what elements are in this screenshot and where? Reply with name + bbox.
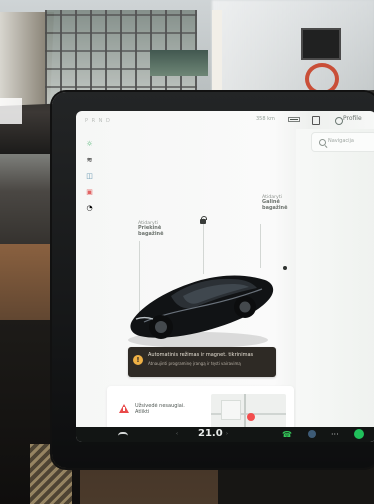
car-illustration — [128, 275, 274, 348]
warning-icon: ! — [133, 355, 143, 365]
rear-trunk-line3: bagažinė — [262, 204, 288, 211]
alert-title: Automatinis režimas ir magnet. tikrinima… — [148, 352, 254, 358]
map-thumbnail[interactable] — [211, 394, 286, 428]
more-icon[interactable]: ··· — [331, 430, 339, 439]
frame-post — [212, 10, 222, 90]
lock-icon — [312, 116, 320, 125]
range-text: 358 km — [256, 116, 275, 122]
alert-icon[interactable]: ▣ — [83, 189, 96, 196]
front-trunk-line3: bagažinė — [138, 230, 164, 237]
notification-text: Užsivedė nesaugiai. Atlikti — [135, 403, 185, 415]
green-panel — [150, 50, 208, 76]
charge-port-dot[interactable] — [283, 266, 287, 270]
phone-icon[interactable]: ☎ — [282, 430, 292, 439]
rear-rim — [239, 301, 251, 313]
media-icon[interactable] — [308, 430, 316, 438]
profile-label[interactable]: Profile — [343, 115, 362, 122]
front-trunk-label[interactable]: Atidaryti Priekinė bagažinė — [138, 221, 163, 237]
front-rim — [155, 321, 167, 333]
fog-icon[interactable]: ≋ — [83, 157, 96, 164]
car-lock-icon[interactable] — [200, 216, 208, 224]
wall-sign — [301, 28, 341, 60]
rear-trunk-label[interactable]: Atidaryti Galinė bagažinė — [262, 195, 287, 211]
notification-card[interactable]: Užsivedė nesaugiai. Atlikti — [107, 386, 294, 430]
app-icon[interactable] — [354, 429, 364, 439]
map-panel[interactable] — [296, 129, 374, 442]
car-dock-icon[interactable] — [118, 432, 128, 438]
alert-band[interactable]: ! Automatinis režimas ir magnet. tikrini… — [128, 347, 276, 377]
vehicle-sidebar: ☼ ≋ ◫ ▣ ◔ — [83, 141, 101, 233]
seatbelt-icon[interactable]: ◔ — [83, 205, 96, 212]
search-placeholder: Navigacija — [328, 138, 354, 144]
temp-up-arrow[interactable]: › — [226, 431, 228, 437]
profile-icon[interactable] — [335, 117, 343, 125]
map-pin-icon — [247, 413, 255, 421]
seat-highlight — [0, 98, 22, 124]
temperature-readout: 21.0 — [198, 428, 223, 439]
bottom-taskbar: ‹ 21.0 › ☎ ··· — [76, 427, 374, 442]
window-light — [212, 0, 374, 98]
battery-icon — [288, 117, 300, 122]
car-icon[interactable]: ◫ — [83, 173, 96, 180]
search-icon — [319, 139, 326, 146]
tesla-screen: P R N D 358 km Profile ☼ ≋ ◫ ▣ ◔ Atidary… — [76, 111, 374, 442]
warning-mark — [123, 407, 125, 411]
red-hose — [305, 63, 339, 95]
alert-subtitle: Atnaujinti programinę įrangą ir tęsti va… — [148, 361, 241, 366]
temp-down-arrow[interactable]: ‹ — [176, 431, 178, 437]
gear-indicator: P R N D — [85, 118, 111, 124]
status-bar: P R N D 358 km Profile — [76, 111, 374, 129]
headlights-icon[interactable]: ☼ — [83, 141, 96, 148]
